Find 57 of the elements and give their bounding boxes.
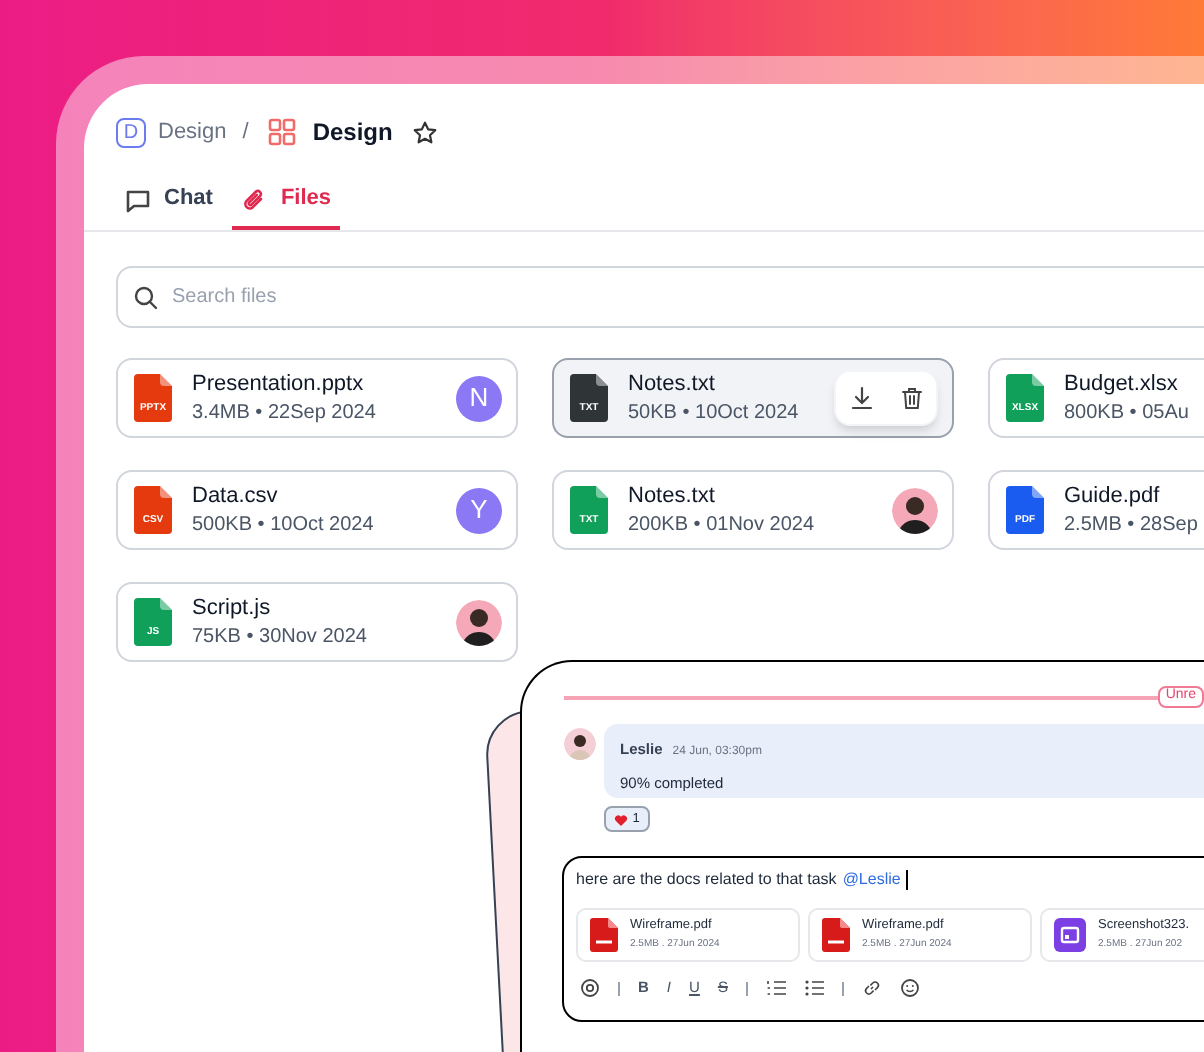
workspace-badge: D [116,117,146,147]
file-name: Budget.xlsx [1064,371,1180,397]
file-meta: 3.4MB • 22Sep 2024 [192,401,378,425]
toolbar-button[interactable] [899,978,920,998]
tab[interactable]: Chat [116,180,221,230]
file-meta: 75KB • 30Nov 2024 [192,625,369,649]
file-meta: 50KB • 10Oct 2024 [628,401,801,425]
search-field[interactable]: Search files [116,266,1204,328]
avatar: N [456,375,502,421]
file-name: Data.csv [192,483,280,509]
smiley-icon [899,978,920,998]
file-icon [1006,486,1044,534]
file-icon [1006,374,1044,422]
file-meta: 200KB • 01Nov 2024 [628,513,817,537]
trash-icon [899,386,923,410]
avatar [892,487,938,533]
bullet-list-icon [803,978,824,998]
search-icon [134,286,158,310]
avatar: Y [456,487,502,533]
image-file-icon [1054,918,1086,952]
pdf-file-icon [590,918,618,952]
avatar [456,599,502,645]
heart-icon [614,813,629,825]
avatar [564,728,596,760]
file-icon [570,486,608,534]
file-name: Notes.txt [628,371,717,397]
file-name: Guide.pdf [1064,483,1162,509]
pdf-file-icon [822,918,850,952]
file-icon [134,486,172,534]
link-icon [861,978,882,998]
numbered-list-icon [765,978,786,998]
file-icon [134,598,172,646]
delete-button[interactable] [898,385,924,411]
file-meta: 500KB • 10Oct 2024 [192,513,376,537]
chat-icon [124,185,152,213]
file-name: Notes.txt [628,483,717,509]
page-title: Design [312,116,393,150]
grid-icon [268,118,297,146]
tab[interactable]: Files [232,180,340,230]
breadcrumb-separator: / [242,117,249,148]
mention-link[interactable]: @Leslie [842,868,901,892]
file-meta: 2.5MB • 28Sep [1064,513,1200,537]
file-icon [570,374,608,422]
file-icon [134,374,172,422]
toolbar-button[interactable] [580,978,600,998]
download-button[interactable] [848,385,874,411]
toolbar-button[interactable] [861,978,882,998]
breadcrumb-link[interactable]: Design [158,115,227,149]
toolbar-button[interactable] [803,978,824,998]
download-icon [849,386,873,410]
composer-text: here are the docs related to that task [576,868,837,892]
text-cursor [906,870,909,890]
file-name: Script.js [192,595,273,621]
at-icon [580,978,600,998]
toolbar-button[interactable] [765,978,786,998]
file-meta: 800KB • 05Au [1064,401,1191,425]
file-name: Presentation.pptx [192,371,366,397]
